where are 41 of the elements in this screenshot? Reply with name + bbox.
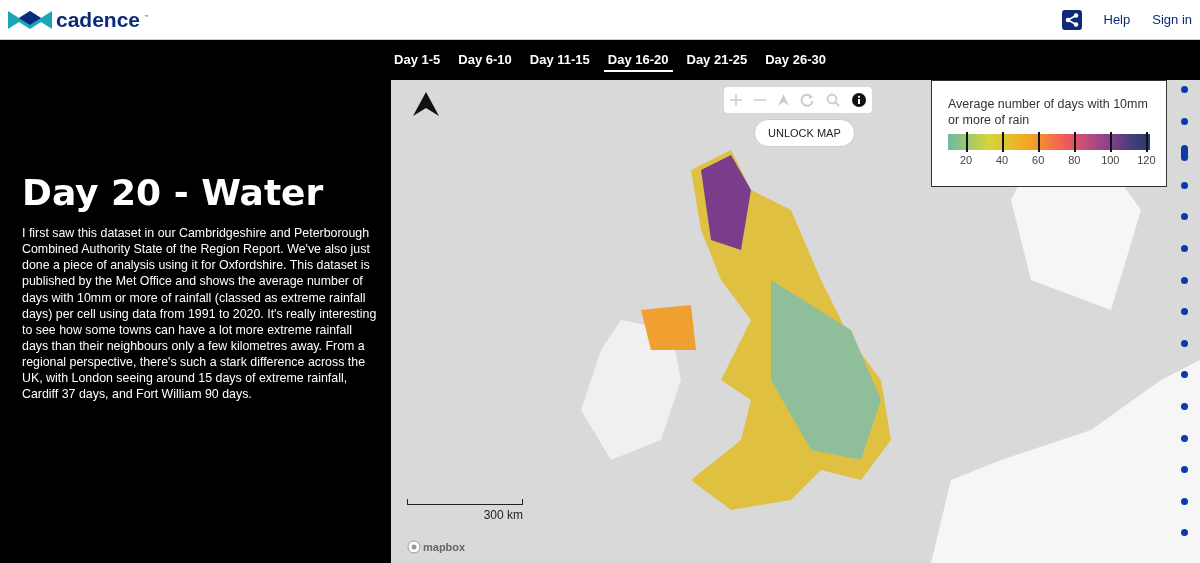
unlock-map-button[interactable]: UNLOCK MAP — [754, 119, 855, 147]
story-title: Day 20 - Water — [22, 172, 325, 213]
day-tab[interactable]: Day 11-15 — [525, 48, 594, 72]
page-dot[interactable] — [1181, 339, 1188, 347]
page-dot[interactable] — [1181, 276, 1188, 284]
share-icon[interactable] — [1061, 9, 1082, 30]
day-tab[interactable]: Day 6-10 — [454, 48, 516, 72]
page-dot[interactable] — [1181, 181, 1188, 189]
info-icon[interactable] — [852, 93, 867, 107]
page-dot[interactable] — [1181, 466, 1188, 474]
page-dot[interactable] — [1181, 529, 1188, 537]
day-tab[interactable]: Day 1-5 — [390, 48, 445, 72]
attribution-text[interactable]: mapbox — [423, 541, 466, 553]
legend-tick-label: 100 — [1101, 153, 1120, 166]
page-dot[interactable] — [1181, 86, 1188, 93]
page-dot[interactable] — [1181, 434, 1188, 442]
legend-tick-label: 120 — [1137, 153, 1156, 166]
logo-text[interactable]: cadence — [56, 7, 141, 32]
scale-label: 300 km — [483, 508, 523, 522]
day-tab[interactable]: Day 21-25 — [682, 48, 752, 72]
north-arrow-icon — [413, 92, 439, 116]
legend-tick-label: 80 — [1068, 153, 1081, 166]
legend-tick-label: 40 — [995, 153, 1009, 166]
map-background[interactable]: UNLOCK MAP Average number of days with 10mm or more of rain 20 40 60 80 100 120 300 km mapbox — [391, 80, 1200, 563]
header-link[interactable]: Sign in — [1152, 12, 1192, 27]
mapbox-logo-icon — [407, 540, 421, 554]
legend-tick-label: 60 — [1032, 153, 1045, 166]
logo-icon — [8, 8, 52, 31]
page-dot[interactable] — [1181, 308, 1188, 316]
page-dot[interactable] — [1181, 117, 1188, 125]
page-dot[interactable] — [1181, 213, 1188, 221]
page-dot[interactable] — [1181, 371, 1188, 379]
day-tab[interactable]: Day 26-30 — [761, 48, 830, 72]
page-dot[interactable] — [1181, 244, 1188, 252]
header-link[interactable]: Help — [1103, 12, 1131, 27]
day-tab[interactable]: Day 16-20 — [603, 48, 673, 72]
legend-title: Average number of days with 10mm or more of rain — [948, 96, 1149, 129]
page-dot[interactable] — [1181, 402, 1188, 410]
legend-tick-label: 20 — [959, 153, 973, 166]
page-dot[interactable] — [1181, 497, 1188, 505]
story-text: I first saw this dataset in our Cambridgeshire and Peterborough Combined Authority State of the Region Report. We've also just done a piece of analysis using it for Oxfordshire. This dataset is published by the Met Office and shows the average number of days with 10mm or more of rainfall (classed as extreme rainfall days) per cell using data from 1991 to 2020. It's really interesting to see how some towns can have a lot more extreme rainfall days than their neighbours only a few kilometres away. From a regional perspective, there's such a stark difference across the UK, with London seeing around 15 days of extreme rainfall, Cardiff 37 days, and Fort William 90 days. — [22, 225, 378, 403]
